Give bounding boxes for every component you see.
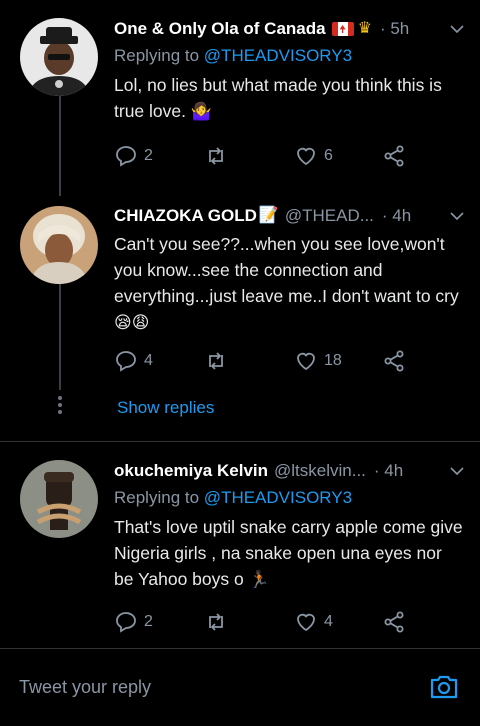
display-name[interactable]: okuchemiya Kelvin	[114, 459, 268, 483]
replying-to: Replying to @THEADVISORY3	[114, 43, 464, 69]
share-icon	[384, 611, 404, 633]
like-icon	[297, 147, 315, 166]
retweet-icon	[209, 147, 223, 165]
display-name[interactable]: CHIAZOKA GOLD	[114, 204, 257, 228]
like-count: 6	[324, 147, 333, 164]
reply-input[interactable]: Tweet your reply	[19, 677, 151, 698]
like-button[interactable]: 18	[294, 349, 382, 373]
mention-link[interactable]: @THEADVISORY3	[204, 488, 352, 507]
like-count: 4	[324, 613, 333, 630]
user-handle[interactable]: @ltskelvin...	[274, 459, 366, 483]
show-replies-link[interactable]: Show replies	[117, 398, 214, 418]
retweet-button[interactable]	[204, 349, 294, 373]
retweet-icon	[209, 352, 223, 370]
share-button[interactable]	[382, 610, 406, 634]
shrug-emoji: 🤷‍♀️	[190, 102, 213, 121]
retweet-button[interactable]	[204, 610, 294, 634]
replying-to-label: Replying to	[114, 46, 200, 65]
tweet-text: Can't you see??...when you see love,won'…	[114, 231, 464, 336]
replying-to-label: Replying to	[114, 488, 200, 507]
running-emoji: 🏃🏿	[248, 570, 270, 589]
reply-count: 4	[144, 352, 153, 369]
like-button[interactable]: 4	[294, 610, 382, 634]
tweet-item[interactable]: okuchemiya Kelvin @ltskelvin... · 4h Rep…	[0, 442, 480, 648]
memo-icon: 📝	[258, 207, 279, 224]
reply-button[interactable]: 2	[114, 610, 204, 634]
crown-icon: ♛	[357, 20, 372, 37]
timestamp: · 5h	[379, 19, 410, 38]
chevron-down-icon[interactable]	[450, 22, 464, 36]
retweet-icon	[209, 613, 223, 631]
share-button[interactable]	[382, 349, 406, 373]
tweet-item[interactable]: CHIAZOKA GOLD 📝 @THEAD... · 4h Can't you…	[0, 196, 480, 441]
retweet-button[interactable]	[204, 144, 294, 168]
reply-count: 2	[144, 147, 153, 164]
mention-link[interactable]: @THEADVISORY3	[204, 46, 352, 65]
camera-icon[interactable]	[428, 671, 460, 703]
timestamp: · 4h	[381, 206, 412, 225]
share-button[interactable]	[382, 144, 406, 168]
reply-button[interactable]: 2	[114, 144, 204, 168]
avatar[interactable]	[20, 18, 98, 96]
replying-to: Replying to @THEADVISORY3	[114, 485, 464, 511]
tweet-text-body: Can't you see??...when you see love,won'…	[114, 234, 459, 306]
chevron-down-icon[interactable]	[450, 209, 464, 223]
reply-composer: Tweet your reply	[0, 648, 480, 726]
canada-flag-icon	[331, 22, 354, 36]
chevron-down-icon[interactable]	[450, 464, 464, 478]
user-handle[interactable]: @THEAD...	[285, 204, 374, 228]
share-icon	[384, 145, 404, 167]
crying-emoji: 😪😩	[114, 313, 150, 332]
avatar[interactable]	[20, 460, 98, 538]
reply-button[interactable]: 4	[114, 349, 204, 373]
more-replies-dots	[57, 393, 63, 417]
tweet-text: That's love uptil snake carry apple come…	[114, 514, 464, 593]
like-icon	[297, 613, 315, 632]
tweet-text-body: That's love uptil snake carry apple come…	[114, 517, 463, 589]
reply-icon	[116, 146, 136, 167]
tweet-text-body: Lol, no lies but what made you think thi…	[114, 75, 442, 121]
share-icon	[384, 350, 404, 372]
reply-count: 2	[144, 613, 153, 630]
like-count: 18	[324, 352, 342, 369]
tweet-item[interactable]: One & Only Ola of Canada ♛ · 5h Replying…	[0, 0, 480, 196]
display-name[interactable]: One & Only Ola of Canada	[114, 17, 326, 41]
avatar[interactable]	[20, 206, 98, 284]
tweet-text: Lol, no lies but what made you think thi…	[114, 72, 464, 125]
reply-icon	[116, 351, 136, 372]
like-icon	[297, 352, 315, 371]
reply-icon	[116, 612, 136, 633]
like-button[interactable]: 6	[294, 144, 382, 168]
timestamp: · 4h	[373, 461, 404, 480]
